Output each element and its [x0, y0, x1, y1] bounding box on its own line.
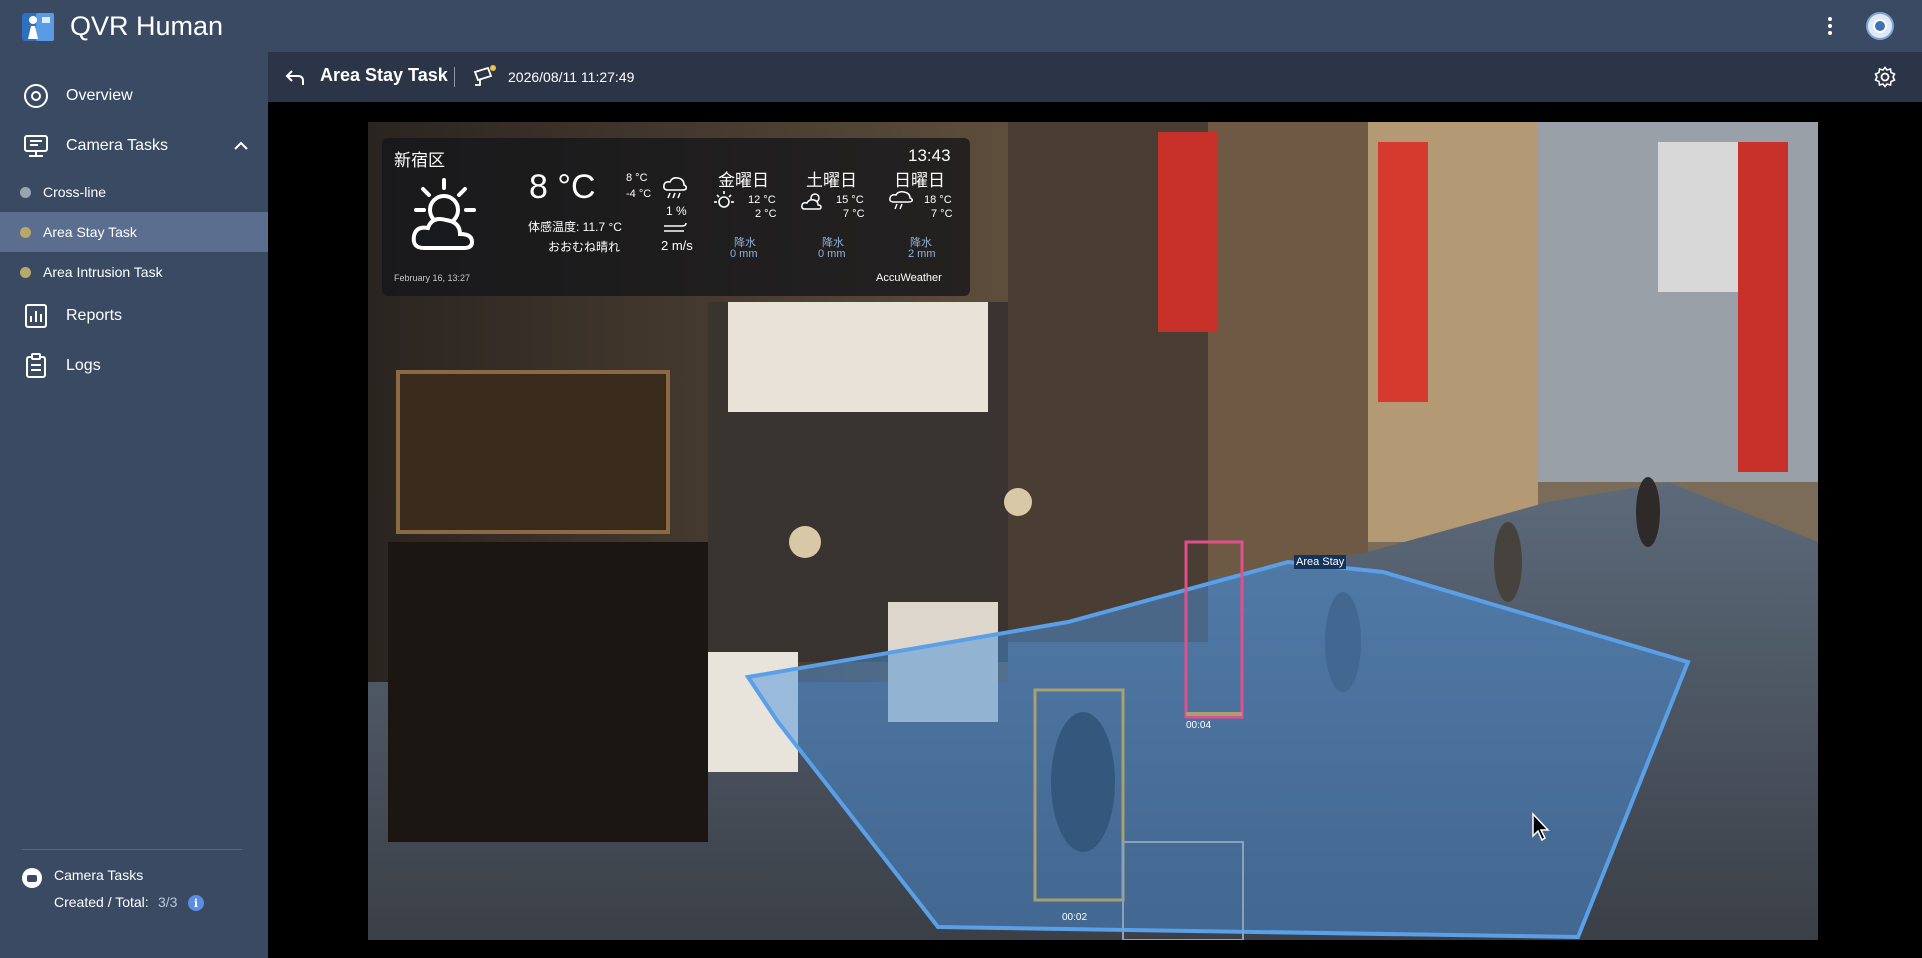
forecast-low: 2 °C [755, 208, 777, 220]
sidebar-subitem-label: Area Intrusion Task [43, 264, 163, 280]
header-divider [454, 67, 455, 87]
wind-icon [664, 222, 687, 232]
mouse-cursor-icon [1532, 812, 1550, 842]
rain-icon [663, 177, 688, 199]
timestamp: 2026/08/11 11:27:49 [508, 69, 635, 85]
logs-icon [26, 353, 46, 378]
sidebar-subitem-area-intrusion-task[interactable]: Area Intrusion Task [0, 252, 268, 292]
weather-location: 新宿区 [394, 151, 445, 170]
camera-tasks-icon [24, 135, 48, 157]
reports-icon [25, 304, 47, 328]
weather-time: 13:43 [908, 146, 951, 165]
forecast-rain: 0 mm [818, 248, 846, 260]
app-title: QVR Human [70, 11, 224, 41]
area-stay-zone-label: Area Stay [1294, 555, 1347, 569]
forecast-high: 12 °C [748, 194, 776, 206]
forecast-rain: 0 mm [730, 248, 758, 260]
forecast-day: 日曜日 [894, 171, 945, 190]
sidebar-item-logs[interactable]: Logs [0, 344, 268, 388]
forecast-low: 7 °C [843, 208, 865, 220]
sidebar-item-camera-tasks[interactable]: Camera Tasks [0, 124, 268, 168]
weather-rain-probability: 1 % [666, 204, 687, 218]
camera-tasks-count-label: Created / Total: [54, 894, 149, 910]
forecast-day: 金曜日 [718, 171, 769, 190]
forecast-low: 7 °C [931, 208, 953, 220]
sidebar-subitem-cross-line[interactable]: Cross-line [0, 172, 268, 212]
sidebar-subitem-label: Cross-line [43, 184, 107, 200]
sidebar-subitem-area-stay-task[interactable]: Area Stay Task [0, 212, 268, 252]
rain-icon [889, 191, 913, 210]
track-duration: 00:04 [1186, 720, 1212, 731]
forecast-high: 15 °C [836, 194, 864, 206]
sunny-icon [714, 191, 734, 208]
sidebar-item-reports[interactable]: Reports [0, 294, 268, 338]
forecast-high: 18 °C [924, 194, 952, 206]
sidebar-item-overview[interactable]: Overview [0, 74, 268, 118]
partly-sunny-icon [411, 178, 476, 250]
sidebar-item-label: Reports [66, 307, 123, 324]
user-avatar[interactable] [1866, 12, 1894, 40]
track-duration: 00:02 [1062, 912, 1088, 923]
camera-status-icon [473, 65, 496, 86]
top-bar: QVR Human [0, 0, 1922, 52]
weather-brand: AccuWeather [876, 272, 942, 284]
sidebar-item-label: Camera Tasks [66, 137, 168, 154]
camera-live-view[interactable]: 新宿区 13:43 8 °C 8 °C -4 °C 体感温度: 11.7 °C … [368, 122, 1818, 940]
main-header: Area Stay Task 2026/08/11 11:27:49 [268, 52, 1922, 102]
weather-temperature: 8 °C [529, 168, 596, 206]
weather-condition: おおむね晴れ [548, 240, 621, 254]
weather-widget: 新宿区 13:43 8 °C 8 °C -4 °C 体感温度: 11.7 °C … [382, 138, 970, 296]
gear-icon[interactable] [1874, 66, 1896, 88]
camera-tasks-footer-title: Camera Tasks [54, 867, 144, 883]
overview-icon [24, 84, 48, 108]
chevron-up-icon[interactable] [232, 137, 250, 155]
info-icon[interactable]: i [188, 895, 204, 911]
weather-high: 8 °C [626, 172, 648, 184]
sidebar-subitem-label: Area Stay Task [43, 224, 137, 240]
forecast-rain: 2 mm [908, 248, 936, 260]
back-icon[interactable] [284, 66, 306, 88]
camera-tasks-count: 3/3 [158, 894, 178, 910]
weather-feels-like: 体感温度: 11.7 °C [528, 220, 622, 234]
more-options-icon[interactable] [1820, 12, 1840, 40]
forecast-day: 土曜日 [806, 171, 857, 190]
weather-wind: 2 m/s [661, 238, 693, 253]
partly-cloudy-icon [801, 193, 822, 210]
status-dot-icon [20, 186, 31, 198]
sidebar-item-label: Logs [66, 357, 101, 374]
page-title: Area Stay Task [320, 65, 448, 85]
sidebar-item-label: Overview [66, 87, 133, 104]
sidebar: Overview Camera Tasks Cross-line Area St… [0, 52, 268, 958]
sidebar-divider [22, 849, 242, 850]
weather-updated-time: February 16, 13:27 [394, 273, 471, 283]
weather-low: -4 °C [626, 188, 652, 200]
camera-icon [22, 868, 42, 888]
status-dot-icon [20, 226, 31, 238]
qvr-human-logo-icon [22, 13, 54, 41]
status-dot-icon [20, 266, 31, 278]
video-area: 新宿区 13:43 8 °C 8 °C -4 °C 体感温度: 11.7 °C … [268, 102, 1922, 958]
